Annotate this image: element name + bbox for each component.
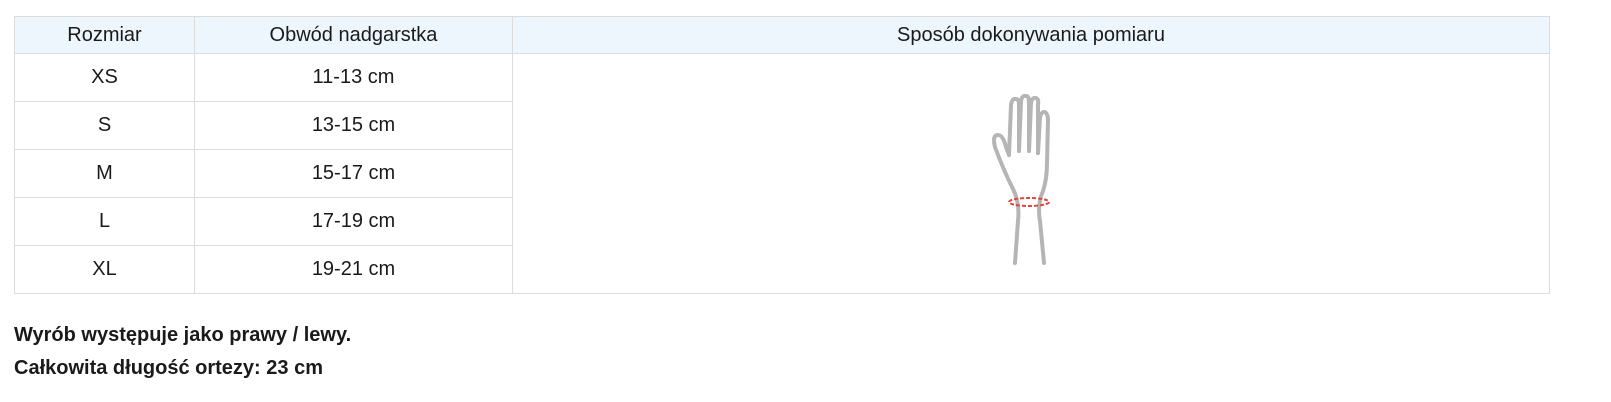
table-row: XS 11-13 cm <box>14 53 1550 294</box>
size-cell: XL <box>14 245 195 294</box>
wrist-cell: 19-21 cm <box>194 245 513 294</box>
header-wrist-circumference: Obwód nadgarstka <box>194 16 513 54</box>
size-cell: XS <box>14 53 195 102</box>
size-cell: M <box>14 149 195 198</box>
product-notes: Wyrób występuje jako prawy / lewy. Całko… <box>14 319 351 385</box>
wrist-cell: 17-19 cm <box>194 197 513 246</box>
size-chart-table: Rozmiar Obwód nadgarstka Sposób dokonywa… <box>14 16 1550 294</box>
side-note: Wyrób występuje jako prawy / lewy. <box>14 324 352 346</box>
measurement-illustration-cell <box>512 53 1550 294</box>
length-note: Całkowita długość ortezy: 23 cm <box>14 357 323 379</box>
wrist-cell: 13-15 cm <box>194 101 513 150</box>
wrist-cell: 15-17 cm <box>194 149 513 198</box>
header-measurement-method: Sposób dokonywania pomiaru <box>512 16 1550 54</box>
table-header-row: Rozmiar Obwód nadgarstka Sposób dokonywa… <box>14 16 1550 54</box>
size-cell: L <box>14 197 195 246</box>
size-cell: S <box>14 101 195 150</box>
hand-wrist-measurement-icon <box>971 71 1091 271</box>
wrist-cell: 11-13 cm <box>194 53 513 102</box>
header-size: Rozmiar <box>14 16 195 54</box>
